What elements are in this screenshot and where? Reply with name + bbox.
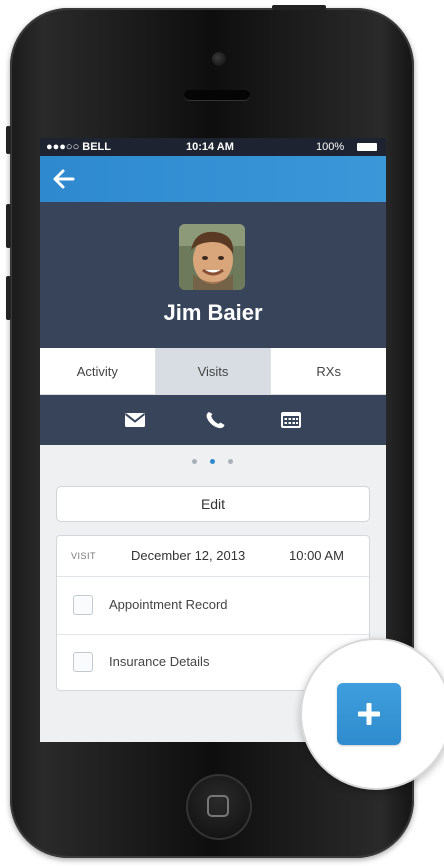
front-camera [212,52,226,66]
tab-visits[interactable]: Visits [155,348,272,394]
tab-bar: Activity Visits RXs [40,348,386,395]
plus-icon [358,703,380,725]
clock: 10:14 AM [186,141,234,153]
back-arrow-icon[interactable] [52,168,76,190]
page-indicator [190,459,236,467]
visit-time: 10:00 AM [289,548,344,563]
nav-bar [40,156,386,202]
checkbox[interactable] [73,652,93,672]
avatar-photo [179,224,245,290]
volume-down-button [6,276,11,320]
avatar[interactable] [179,224,245,290]
list-item-label: Appointment Record [109,597,228,612]
carrier-label: ●●●○○ BELL [46,141,111,153]
calendar-icon[interactable] [280,411,302,429]
mute-switch [6,126,11,154]
page-dot-active [210,459,215,464]
visit-header: VISIT December 12, 2013 10:00 AM [57,536,369,577]
power-button [272,5,326,10]
checkbox[interactable] [73,595,93,615]
visit-tag: VISIT [71,551,97,561]
profile-header: Jim Baier [40,202,386,348]
add-button[interactable] [337,683,401,745]
earpiece-speaker [184,90,250,100]
battery-icon [357,143,377,151]
edit-button[interactable]: Edit [56,486,370,522]
visit-date: December 12, 2013 [131,548,246,563]
page-dot [192,459,197,464]
volume-up-button [6,204,11,248]
tab-rxs[interactable]: RXs [271,348,386,394]
phone-icon[interactable] [204,411,226,429]
list-item-appointment-record[interactable]: Appointment Record [57,577,369,635]
contact-actions-bar [40,395,386,445]
page-dot [228,459,233,464]
status-bar: ●●●○○ BELL 10:14 AM 100% [40,138,386,156]
profile-name: Jim Baier [163,300,263,325]
mail-icon[interactable] [124,411,146,429]
battery-label: 100% [316,141,345,153]
list-item-label: Insurance Details [109,654,210,669]
tab-activity[interactable]: Activity [40,348,156,394]
home-button-icon [207,795,229,817]
